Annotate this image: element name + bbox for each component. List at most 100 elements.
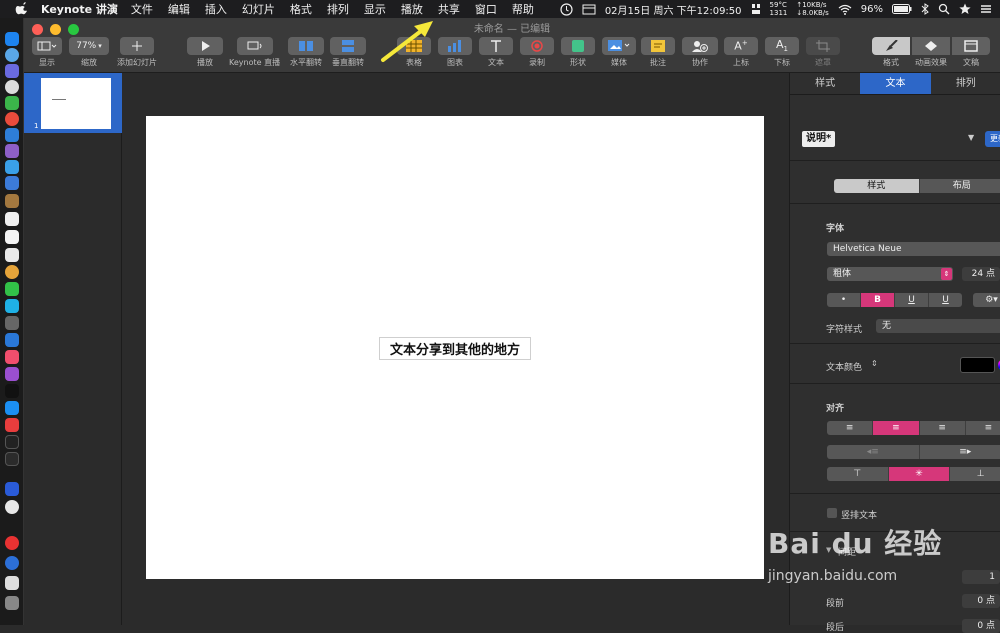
app-status-icon[interactable] [751,3,761,15]
launchpad-icon[interactable] [5,64,19,78]
app-icon[interactable] [5,144,19,158]
flip-h-control[interactable]: 水平翻转 [288,37,324,68]
text-color-swatch[interactable] [960,357,995,373]
battery-percent[interactable]: 96% [861,4,883,15]
chrome-icon[interactable] [5,112,19,126]
tab-style[interactable]: 样式 [790,73,860,94]
wifi-icon[interactable] [838,4,852,15]
add-slide-control[interactable]: 添加幻灯片 [117,37,157,68]
text-button[interactable] [479,37,513,55]
space-after-field[interactable]: 0 点 [962,619,1000,633]
animate-control[interactable]: 动画效果 [912,37,950,68]
char-style-select[interactable]: 无⌄ [876,319,1000,333]
increase-indent-icon[interactable]: ≡▸ [920,445,1000,459]
line-spacing-field[interactable]: 1 [962,570,1000,584]
vpn-icon[interactable] [5,482,19,496]
align-left-icon[interactable]: ≡ [827,421,873,435]
update-style-button[interactable]: 更新 [985,131,1000,147]
mask-control[interactable]: 遮罩 [806,37,840,68]
siri-icon[interactable] [5,48,19,62]
keynote-live-button[interactable] [237,37,273,55]
menu-arrange[interactable]: 排列 [327,1,349,17]
zoom-select[interactable]: 77%▾ [69,37,109,55]
reminders-icon[interactable] [5,248,19,262]
font-family-select[interactable]: Helvetica Neue⇕ [827,242,1000,256]
tab-text[interactable]: 文本 [860,73,930,94]
subtab-style[interactable]: 样式 [834,179,920,193]
play-control[interactable]: 播放 [187,37,223,68]
android-icon[interactable] [5,96,19,110]
podcasts-icon[interactable] [5,367,19,381]
font-size-field[interactable]: 24 点 [962,267,1000,281]
mail-icon[interactable] [5,128,19,142]
notes-icon[interactable] [5,230,19,244]
document-control[interactable]: 文稿 [952,37,990,68]
date-time[interactable]: 02月15日 周六 下午12:09:50 [605,2,742,17]
record-button[interactable] [520,37,554,55]
flip-horizontal-button[interactable] [288,37,324,55]
table-control[interactable]: 表格 [397,37,431,68]
keynote-icon[interactable] [5,333,19,347]
finder-icon[interactable] [5,32,19,46]
shape-control[interactable]: 形状 [561,37,595,68]
comment-control[interactable]: 批注 [641,37,675,68]
zoom-control[interactable]: 77%▾ 缩放 [69,37,109,68]
trash-icon[interactable] [5,596,19,610]
flip-v-control[interactable]: 垂直翻转 [330,37,366,68]
collaborate-button[interactable] [682,37,718,55]
star-icon[interactable] [959,3,971,15]
text-control[interactable]: 文本 [479,37,513,68]
menu-share[interactable]: 共享 [438,1,460,17]
menu-edit[interactable]: 编辑 [168,1,190,17]
menu-window[interactable]: 窗口 [475,1,497,17]
text-options-menu[interactable]: ⚙▾ [973,293,1000,307]
play-button[interactable] [187,37,223,55]
chart-button[interactable] [438,37,472,55]
photos-icon[interactable] [5,265,19,279]
slide-thumbnail[interactable] [41,78,111,129]
font-weight-select[interactable]: 粗体⇕ [827,267,953,281]
app-name-menu[interactable]: Keynote 讲演 [41,1,118,17]
animate-button[interactable] [912,37,950,55]
comment-button[interactable] [641,37,675,55]
apple-menu-icon[interactable] [15,2,29,16]
add-slide-button[interactable] [120,37,154,55]
slide[interactable]: 文本分享到其他的地方 [146,116,764,579]
netease-music-icon[interactable] [5,536,19,550]
music-icon[interactable] [5,350,19,364]
table-button[interactable] [397,37,431,55]
vivaldi-icon[interactable] [5,418,19,432]
align-right-icon[interactable]: ≡ [920,421,966,435]
paragraph-style-name[interactable]: 说明* [802,131,835,147]
chart-control[interactable]: 图表 [438,37,472,68]
messages-icon[interactable] [5,282,19,296]
superscript-control[interactable]: A+ 上标 [724,37,758,68]
apple-tv-icon[interactable] [5,384,19,398]
maps-icon[interactable] [5,176,19,190]
menu-file[interactable]: 文件 [131,1,153,17]
subscript-button[interactable]: A1 [765,37,799,55]
control-center-icon[interactable] [980,3,992,15]
app-store-icon[interactable] [5,160,19,174]
flip-vertical-button[interactable] [330,37,366,55]
format-button[interactable] [872,37,910,55]
contacts-icon[interactable] [5,194,19,208]
media-button[interactable] [602,37,636,55]
image-capture-icon[interactable] [5,316,19,330]
menu-view[interactable]: 显示 [364,1,386,17]
search-icon[interactable] [938,3,950,15]
bullet-button[interactable]: • [827,293,861,307]
bluetooth-icon[interactable] [921,3,929,15]
superscript-button[interactable]: A+ [724,37,758,55]
view-control[interactable]: 显示 [32,37,62,68]
strikethrough-button[interactable]: U [929,293,962,307]
safari-icon[interactable] [5,80,19,94]
calendar-app-icon[interactable] [5,212,19,226]
collaborate-control[interactable]: 协作 [682,37,718,68]
menu-slide[interactable]: 幻灯片 [242,1,275,17]
align-middle-icon[interactable]: ✳ [889,467,951,481]
slide-text-box[interactable]: 文本分享到其他的地方 [379,337,531,360]
menu-format[interactable]: 格式 [290,1,312,17]
clock-sync-icon[interactable] [560,3,573,16]
align-justify-icon[interactable]: ≡ [966,421,1000,435]
